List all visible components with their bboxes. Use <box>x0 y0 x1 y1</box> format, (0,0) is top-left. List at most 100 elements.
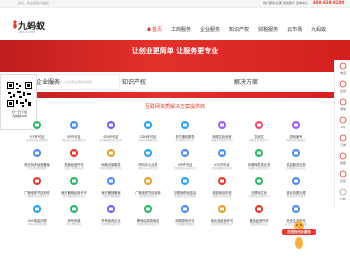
tab-solutions[interactable]: 解决方案 <box>234 77 258 86</box>
service-icon <box>107 177 115 185</box>
sidebar-item-label: 在线 <box>339 89 346 93</box>
service-item[interactable]: 多方通信服务 多方通信业务许可 <box>170 120 200 150</box>
service-icon <box>70 149 78 157</box>
account-links[interactable]: 用户服务|注册 我的账户 表单中心 <box>263 1 308 5</box>
sidebar-item-label: QQ <box>340 125 346 129</box>
nav-item-home[interactable]: 首页 <box>147 26 162 33</box>
service-item[interactable]: 码号资源 码号资源申请 <box>59 204 89 234</box>
service-item[interactable]: 危化品经营许可 危险化学品经营许可 <box>207 204 237 234</box>
feedback-icon <box>339 170 347 178</box>
service-desc: 拍卖行业资质办理 <box>64 167 84 170</box>
service-desc: 网络文化经营许可 <box>249 139 269 142</box>
service-item[interactable]: 医疗器械备案 二类医疗器械备案 <box>96 176 126 206</box>
service-item[interactable]: 拍卖经营许可 拍卖行业资质办理 <box>59 148 89 178</box>
service-icon <box>255 205 263 213</box>
service-icon <box>70 205 78 213</box>
nav-item-tax[interactable]: 财税服务 <box>258 26 278 33</box>
service-item[interactable]: 营业执照办理 营业执照代办服务 <box>281 176 311 206</box>
service-item[interactable]: 信息服务业务 信息服务业务许可 <box>281 148 311 178</box>
service-icon <box>218 205 226 213</box>
service-item[interactable]: 广播电视节目制作 广播电视节目制作许可 <box>22 176 52 206</box>
service-desc: 呼叫中心业务许可 <box>138 167 158 170</box>
service-desc: 营业执照代办服务 <box>286 195 306 198</box>
service-item[interactable]: 网络出版服务 网络出版服务许可证 <box>96 148 126 178</box>
service-item[interactable]: 食品经营许可 食品经营许可证 <box>244 204 274 234</box>
consult-float-badge[interactable]: 在线找代办服务 <box>282 220 316 254</box>
sidebar-item-订单[interactable]: 订单 <box>335 132 350 150</box>
service-item[interactable]: ISP许可证 因特网接入服务业务 <box>170 148 200 178</box>
logo-domain: 9MAYI.COM <box>18 30 36 34</box>
service-icon <box>33 177 41 185</box>
chat-icon <box>339 80 347 88</box>
nav-item-about[interactable]: 九蚂蚁 <box>311 26 326 33</box>
service-item[interactable]: 跨地区增值电信 跨地区增值电信许可 <box>133 204 163 234</box>
service-desc: 特许经营备案服务 <box>27 167 47 170</box>
service-icon <box>292 205 300 213</box>
header: 九蚂蚁 9MAYI.COM 首页 工商服务 企业服务 知识产权 财税服务 云市场… <box>0 8 350 40</box>
sidebar-item-label: 电话 <box>339 71 346 75</box>
service-icon <box>255 121 263 129</box>
sidebar-item-qq[interactable]: QQ <box>335 114 350 132</box>
service-item[interactable]: IDC许可证 互联网数据中心业务 <box>207 148 237 178</box>
service-item[interactable]: 广播电视节目经营 节目制作经营许可 <box>133 176 163 206</box>
top-bar: 您好，欢迎来到九蚂蚁！ 用户服务|注册 我的账户 表单中心 400-828-82… <box>0 0 350 8</box>
service-item[interactable]: 呼叫中心业务 呼叫中心业务许可 <box>133 148 163 178</box>
service-item[interactable]: 游戏版号 网络游戏出版备案 <box>281 120 311 150</box>
sidebar-item-top[interactable]: TOP <box>335 186 350 204</box>
mascot-body-icon <box>295 237 303 249</box>
sidebar-item-收藏[interactable]: 收藏 <box>335 150 350 168</box>
service-item[interactable]: 存储转发类业务 存储转发类业务许可 <box>244 148 274 178</box>
service-item[interactable]: 文网文 网络文化经营许可 <box>244 120 274 150</box>
service-item[interactable]: 外商投资企业 外资增值电信许可 <box>96 204 126 234</box>
service-tabs: 知识产权 解决方案 <box>122 74 350 90</box>
service-desc: 内容分发网络业务 <box>138 139 158 142</box>
service-icon <box>70 177 78 185</box>
service-desc: 二类医疗器械备案 <box>101 195 121 198</box>
site-logo[interactable]: 九蚂蚁 9MAYI.COM <box>12 18 45 38</box>
sidebar-item-反馈[interactable]: 反馈 <box>335 168 350 186</box>
nav-item-business[interactable]: 工商服务 <box>171 26 191 33</box>
nav-item-cloud-market[interactable]: 云市场 <box>287 26 302 33</box>
tab-enterprise[interactable]: 企业服务 <box>36 77 60 86</box>
service-icon <box>144 205 152 213</box>
service-item[interactable]: 网络文化经营 网络文化经营许可证 <box>207 120 237 150</box>
service-item[interactable]: 增值电信年检 增值电信年报年检 <box>207 176 237 206</box>
order-icon <box>339 134 347 142</box>
service-icon <box>255 149 263 157</box>
service-item[interactable]: 互联网药品信息 互联网药品信息服务 <box>170 176 200 206</box>
service-desc: 在线数据处理与交易 <box>100 139 122 142</box>
sidebar-item-label: 微信 <box>339 107 346 111</box>
service-item[interactable]: CDN许可证 内容分发网络业务 <box>133 120 163 150</box>
service-desc: 网络游戏出版备案 <box>286 139 306 142</box>
service-desc: 危险化学品经营许可 <box>211 223 233 226</box>
service-desc: 增值电信业务经营许可 <box>62 139 86 142</box>
service-icon <box>292 121 300 129</box>
service-item[interactable]: 商业特许经营备案 特许经营备案服务 <box>22 148 52 178</box>
service-item[interactable]: EDI许可证 在线数据处理与交易 <box>96 120 126 150</box>
service-icon <box>144 149 152 157</box>
service-desc: 400电话申请办理 <box>27 223 47 226</box>
service-icon <box>107 205 115 213</box>
service-desc: 互联网文化经营许可 <box>248 195 270 198</box>
sidebar-item-在线[interactable]: 在线 <box>335 78 350 96</box>
service-icon <box>292 149 300 157</box>
service-desc: 跨地区增值电信许可 <box>137 223 159 226</box>
service-item[interactable]: 医疗器械经营许可 医疗器械经营许可证 <box>59 176 89 206</box>
service-icon <box>181 177 189 185</box>
service-item[interactable]: SP许可证 增值电信业务经营许可 <box>59 120 89 150</box>
service-item[interactable]: 400电话办理 400电话申请办理 <box>22 204 52 234</box>
sidebar-item-微信[interactable]: 微信 <box>335 96 350 114</box>
tab-ip[interactable]: 知识产权 <box>122 77 146 86</box>
sidebar-item-label: 订单 <box>339 143 346 147</box>
nav-item-enterprise[interactable]: 企业服务 <box>200 26 220 33</box>
service-item[interactable]: 网络视听许可 信息网络传播视听 <box>170 204 200 234</box>
service-desc: 广播电视节目制作许可 <box>25 195 49 198</box>
welcome-text: 您好，欢迎来到九蚂蚁！ <box>18 1 52 5</box>
service-item[interactable]: ICP许可证 经营性网站必备资质 <box>22 120 52 150</box>
sidebar-item-电话[interactable]: 电话 <box>335 60 350 78</box>
service-icon <box>33 121 41 129</box>
nav-item-ip[interactable]: 知识产权 <box>229 26 249 33</box>
service-item[interactable]: 互联网文化 互联网文化经营许可 <box>244 176 274 206</box>
service-desc: 因特网接入服务业务 <box>174 167 196 170</box>
sidebar-item-label: 反馈 <box>339 179 346 183</box>
